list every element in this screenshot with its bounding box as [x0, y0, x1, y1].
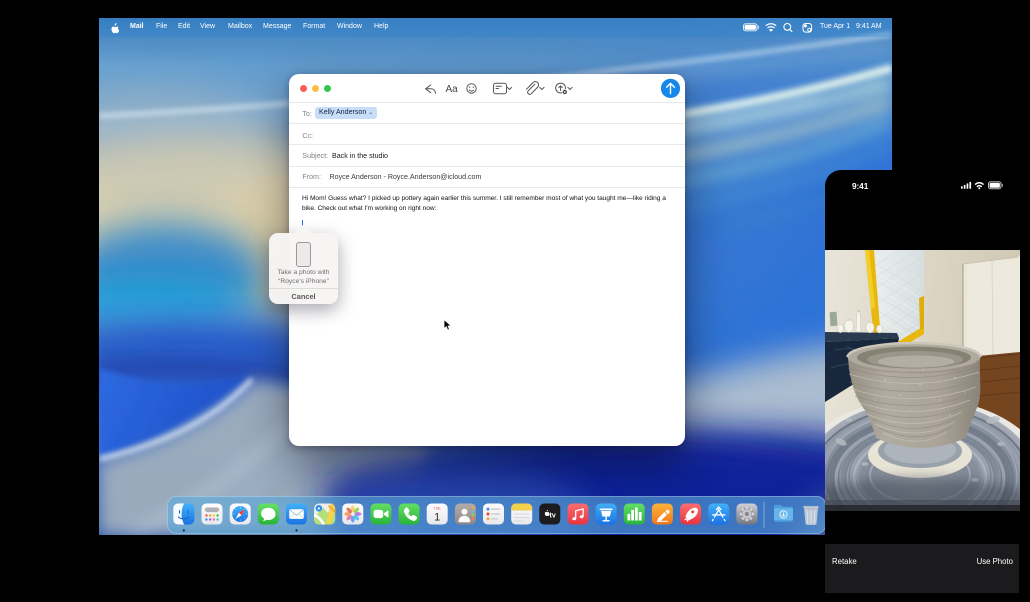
- svg-text:TUE: TUE: [434, 506, 442, 510]
- svg-text:1: 1: [434, 511, 440, 523]
- svg-text:Aa: Aa: [446, 84, 459, 95]
- svg-text:tv: tv: [550, 512, 556, 519]
